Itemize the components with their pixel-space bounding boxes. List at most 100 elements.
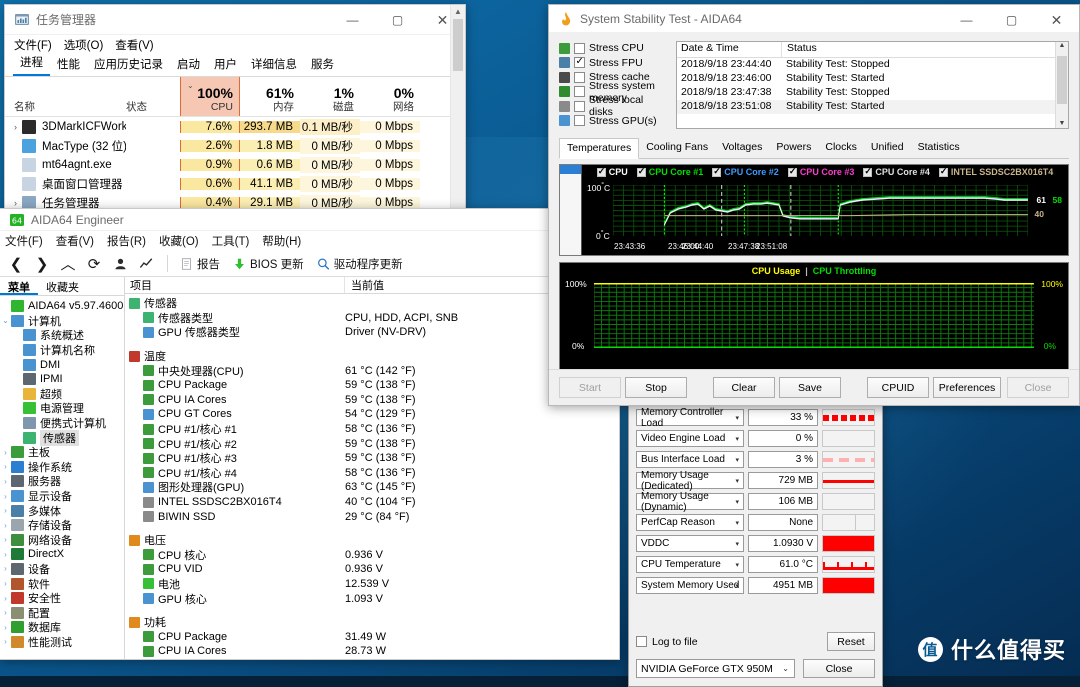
gpuz-sensor-row[interactable]: Bus Interface Load ▾ 3 % — [629, 449, 882, 470]
gpuz-sensor-row[interactable]: Memory Usage (Dedicated) ▾ 729 MB — [629, 470, 882, 492]
sensor-select[interactable]: VDDC ▾ — [636, 535, 744, 552]
tree-node-10[interactable]: › 主板 — [0, 445, 124, 460]
tree-node-15[interactable]: › 存储设备 — [0, 518, 124, 533]
gpuz-sensor-row[interactable]: VDDC ▾ 1.0930 V — [629, 533, 882, 554]
tab-6[interactable]: 服务 — [304, 54, 341, 76]
gpuz-sensors-window[interactable]: GPU Temperature▾64.0 °CGPU Load▾100 %Mem… — [628, 362, 883, 687]
sst-tabs[interactable]: Temperatures Cooling Fans Voltages Powers Cl… — [559, 138, 1069, 159]
task-manager-tabs[interactable]: 进程 性能 应用历史记录 启动 用户 详细信息 服务 — [5, 54, 465, 77]
refresh-icon[interactable]: ⟳ — [82, 253, 106, 275]
sst-log-rows[interactable]: 2018/9/18 23:44:40 Stability Test: Stoppe… — [677, 58, 1055, 114]
tree-node-20[interactable]: › 安全性 — [0, 591, 124, 606]
tab-3[interactable]: 启动 — [170, 54, 207, 76]
aida64-main-window[interactable]: 64 AIDA64 Engineer — 文件(F) 查看(V) 报告(R) 收藏(O… — [0, 208, 620, 660]
expand-chevron-icon[interactable]: › — [9, 198, 22, 208]
detail-item-row[interactable]: CPU 核心 0.936 V — [125, 548, 619, 563]
table-row[interactable]: MacType (32 位) 2.6% 1.8 MB 0 MB/秒 0 Mbps — [5, 136, 465, 155]
tree-node-14[interactable]: › 多媒体 — [0, 503, 124, 518]
detail-item-row[interactable]: CPU IA Cores 28.73 W — [125, 644, 619, 659]
chevron-down-icon[interactable]: ⌄ — [782, 664, 789, 673]
sst-tab-6[interactable]: Statistics — [911, 138, 967, 158]
aida64-menubar[interactable]: 文件(F) 查看(V) 报告(R) 收藏(O) 工具(T) 帮助(H) — [0, 231, 619, 251]
detail-item-row[interactable]: CPU VID 0.936 V — [125, 562, 619, 577]
sensor-select[interactable]: System Memory Used ▾ — [636, 577, 744, 594]
aida-menu-4[interactable]: 工具(T) — [212, 233, 250, 249]
detail-item-row[interactable]: CPU #1/核心 #2 59 °C (138 °F) — [125, 436, 619, 451]
left-tab-0[interactable]: 菜单 — [0, 277, 38, 295]
stress-options-list[interactable]: Stress CPUStress FPUStress cacheStress s… — [559, 41, 666, 129]
legend-entry[interactable]: CPU Core #1 — [636, 166, 703, 177]
chevron-down-icon[interactable]: ▾ — [735, 540, 739, 548]
gpuz-sensor-row[interactable]: Memory Controller Load ▾ 33 % — [629, 407, 882, 429]
tree-chevron-icon[interactable]: › — [0, 521, 11, 530]
sst-close-icon[interactable]: ✕ — [1034, 5, 1079, 35]
tab-4[interactable]: 用户 — [207, 54, 244, 76]
tree-node-19[interactable]: › 软件 — [0, 576, 124, 591]
sst-tab-2[interactable]: Voltages — [715, 138, 769, 158]
stress-checkbox[interactable] — [574, 56, 585, 69]
aida-menu-2[interactable]: 报告(R) — [107, 233, 146, 249]
aida-menu-5[interactable]: 帮助(H) — [262, 233, 301, 249]
gpuz-close-button[interactable]: Close — [803, 659, 875, 678]
detail-item-row[interactable]: 中央处理器(CPU) 61 °C (142 °F) — [125, 363, 619, 378]
stress-option[interactable]: Stress FPU — [559, 56, 666, 71]
sst-button-bar[interactable]: Start Stop Clear Save CPUID Preferences Close — [549, 369, 1079, 405]
tree-node-1[interactable]: ⌄ 计算机 — [0, 314, 124, 329]
sst-tab-3[interactable]: Powers — [769, 138, 818, 158]
stress-checkbox[interactable] — [574, 86, 585, 98]
driver-update-button[interactable]: 驱动程序更新 — [314, 256, 411, 272]
gpuz-sensor-row[interactable]: Memory Usage (Dynamic) ▾ 106 MB — [629, 491, 882, 513]
stress-checkbox[interactable] — [574, 100, 585, 112]
gpuz-sensor-row[interactable]: System Memory Used ▾ 4951 MB — [629, 575, 882, 596]
legend-checkbox[interactable] — [712, 166, 722, 177]
maximize-button[interactable]: ▢ — [375, 5, 420, 35]
chevron-down-icon[interactable]: ▾ — [735, 519, 739, 527]
column-header-network[interactable]: 0% 网络 — [360, 77, 420, 116]
gpuz-sensor-row[interactable]: CPU Temperature ▾ 61.0 °C — [629, 554, 882, 575]
stress-option[interactable]: Stress CPU — [559, 41, 666, 56]
sst-tab-5[interactable]: Unified — [864, 138, 911, 158]
table-row[interactable]: › 3DMarkICFWorkload.exe 7.6%293.7 MB0.1 MB… — [5, 117, 465, 136]
tree-node-17[interactable]: › DirectX — [0, 547, 124, 562]
sensor-select[interactable]: PerfCap Reason ▾ — [636, 514, 744, 531]
detail-item-row[interactable]: CPU Package 59 °C (138 °F) — [125, 378, 619, 393]
aida-menu-0[interactable]: 文件(F) — [5, 233, 43, 249]
legend-checkbox[interactable] — [863, 166, 873, 177]
aida64-detail-headers[interactable]: 项目 当前值 — [125, 277, 619, 294]
temperatures-graph[interactable]: CPU CPU Core #1 CPU Core #2 CPU Core #3 CPU … — [559, 164, 1069, 256]
sensor-select[interactable]: Video Engine Load ▾ — [636, 430, 744, 447]
task-manager-titlebar[interactable]: 任务管理器 — ▢ ✕ — [5, 5, 465, 35]
legend-checkbox[interactable] — [787, 166, 797, 177]
task-manager-scrollbar[interactable]: ▲ — [450, 5, 465, 210]
tree-node-13[interactable]: › 显示设备 — [0, 489, 124, 504]
chevron-down-icon[interactable]: ▾ — [735, 561, 739, 569]
table-row[interactable]: 桌面窗口管理器 0.6% 41.1 MB 0 MB/秒 0 Mbps — [5, 174, 465, 193]
temperatures-legend[interactable]: CPU CPU Core #1 CPU Core #2 CPU Core #3 CPU … — [582, 166, 1068, 177]
detail-item-row[interactable]: CPU GT Cores 54 °C (129 °F) — [125, 407, 619, 422]
sensor-select[interactable]: Memory Usage (Dedicated) ▾ — [636, 470, 744, 492]
detail-item-row[interactable]: CPU #1/核心 #1 58 °C (136 °F) — [125, 422, 619, 437]
aida64-left-tabs[interactable]: 菜单 收藏夹 — [0, 277, 124, 296]
tree-chevron-icon[interactable]: ⌄ — [0, 316, 11, 325]
sst-minimize-button[interactable]: — — [944, 5, 989, 35]
tree-node-23[interactable]: › 性能测试 — [0, 635, 124, 650]
sst-window-buttons[interactable]: — ▢ ✕ — [944, 5, 1079, 32]
tree-chevron-icon[interactable]: › — [0, 623, 11, 632]
log-scroll-up-icon[interactable]: ▲ — [1056, 42, 1068, 49]
stress-checkbox[interactable] — [574, 71, 585, 83]
detail-item-row[interactable]: CPU #1/核心 #4 58 °C (136 °F) — [125, 466, 619, 481]
sensor-select[interactable]: Memory Usage (Dynamic) ▾ — [636, 491, 744, 513]
detail-group-row[interactable]: 温度 — [125, 349, 619, 364]
log-scroll-down-icon[interactable]: ▼ — [1056, 120, 1068, 127]
scroll-up-icon[interactable]: ▲ — [451, 5, 465, 16]
tree-chevron-icon[interactable]: › — [0, 550, 11, 559]
tree-chevron-icon[interactable]: › — [0, 448, 11, 457]
tree-node-2[interactable]: 系统概述 — [0, 328, 124, 343]
tree-node-21[interactable]: › 配置 — [0, 605, 124, 620]
detail-item-row[interactable]: INTEL SSDSC2BX016T4 40 °C (104 °F) — [125, 495, 619, 510]
sst-maximize-button[interactable]: ▢ — [989, 5, 1034, 35]
tree-chevron-icon[interactable]: › — [0, 535, 11, 544]
sst-tab-1[interactable]: Cooling Fans — [639, 138, 715, 158]
gpuz-sensor-row[interactable]: PerfCap Reason ▾ None — [629, 512, 882, 533]
legend-entry[interactable]: CPU — [596, 166, 628, 177]
